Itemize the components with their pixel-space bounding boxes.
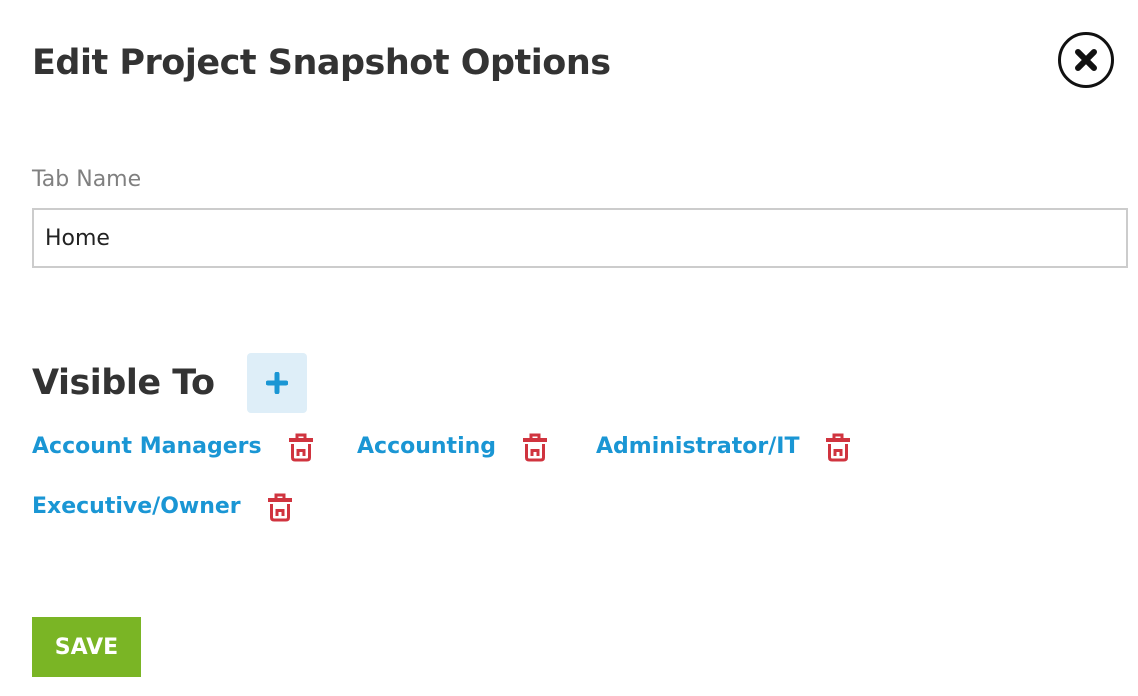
role-item: Executive/Owner bbox=[32, 489, 293, 525]
role-item: Accounting bbox=[357, 429, 548, 465]
close-icon bbox=[1075, 49, 1097, 71]
role-link-executive-owner[interactable]: Executive/Owner bbox=[32, 493, 241, 521]
role-link-account-managers[interactable]: Account Managers bbox=[32, 433, 262, 461]
visible-to-heading: Visible To bbox=[32, 363, 215, 403]
remove-role-button[interactable] bbox=[267, 492, 293, 522]
dialog-title: Edit Project Snapshot Options bbox=[32, 43, 611, 83]
trash-icon bbox=[288, 433, 313, 462]
role-link-accounting[interactable]: Accounting bbox=[357, 433, 496, 461]
remove-role-button[interactable] bbox=[522, 432, 548, 462]
trash-icon bbox=[826, 433, 851, 462]
trash-icon bbox=[523, 433, 548, 462]
close-button[interactable] bbox=[1058, 32, 1114, 88]
role-item: Administrator/IT bbox=[596, 429, 851, 465]
add-role-button[interactable] bbox=[247, 353, 307, 413]
role-link-administrator-it[interactable]: Administrator/IT bbox=[596, 433, 799, 461]
remove-role-button[interactable] bbox=[825, 432, 851, 462]
remove-role-button[interactable] bbox=[288, 432, 314, 462]
role-item: Account Managers bbox=[32, 429, 314, 465]
edit-snapshot-dialog: Edit Project Snapshot Options Tab Name V… bbox=[0, 0, 1138, 696]
trash-icon bbox=[267, 493, 292, 522]
save-button[interactable]: SAVE bbox=[32, 617, 141, 677]
tab-name-input[interactable] bbox=[32, 208, 1128, 268]
plus-icon bbox=[266, 372, 288, 394]
tab-name-label: Tab Name bbox=[32, 167, 142, 192]
